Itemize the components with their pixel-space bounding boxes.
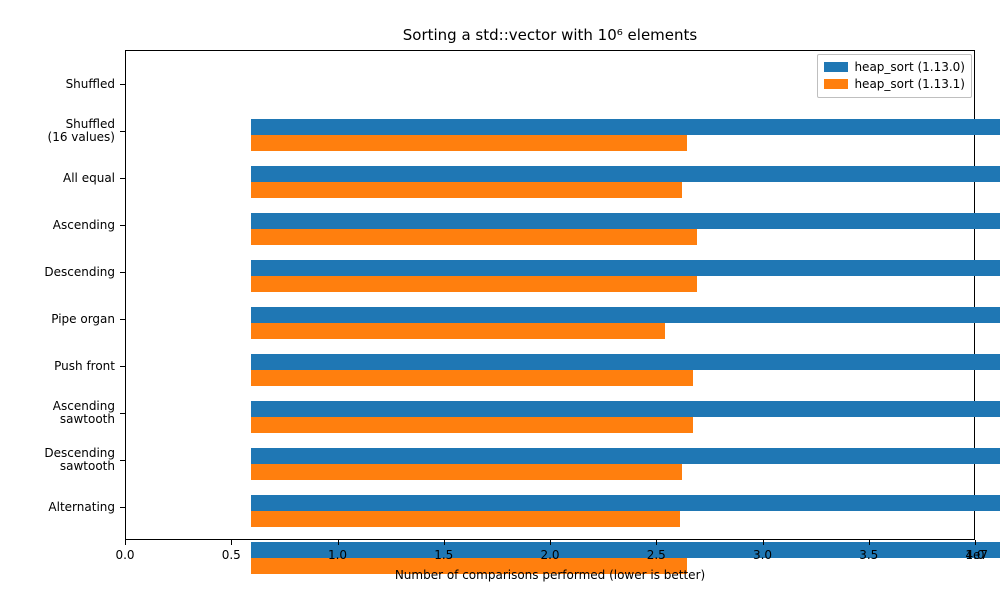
legend-row: heap_sort (1.13.1) — [824, 76, 965, 93]
y-tick-label: Shuffled — [5, 78, 115, 92]
legend-label: heap_sort (1.13.0) — [854, 59, 965, 76]
bar — [251, 307, 1000, 323]
y-tick-mark — [120, 131, 125, 132]
bar — [251, 323, 665, 339]
bar — [251, 464, 682, 480]
legend: heap_sort (1.13.0)heap_sort (1.13.1) — [817, 54, 972, 98]
y-tick-label: Pipe organ — [5, 313, 115, 327]
bar — [251, 119, 1000, 135]
bar — [251, 417, 693, 433]
y-tick-label: Descending sawtooth — [5, 447, 115, 475]
bar — [251, 260, 1000, 276]
y-tick-mark — [120, 272, 125, 273]
y-tick-label: All equal — [5, 172, 115, 186]
bar — [251, 166, 1000, 182]
y-tick-mark — [120, 319, 125, 320]
bar — [251, 354, 1000, 370]
x-axis-label: Number of comparisons performed (lower i… — [125, 568, 975, 582]
x-tick-label: 3.0 — [753, 548, 772, 562]
bar — [251, 370, 693, 386]
plot-area — [125, 50, 975, 540]
y-tick-label: Descending — [5, 266, 115, 280]
y-tick-label: Push front — [5, 360, 115, 374]
bar — [251, 135, 687, 151]
x-tick-mark — [444, 540, 445, 545]
x-tick-label: 3.5 — [859, 548, 878, 562]
y-tick-mark — [120, 225, 125, 226]
y-tick-mark — [120, 507, 125, 508]
bar — [251, 511, 680, 527]
y-tick-mark — [120, 460, 125, 461]
bar — [251, 182, 682, 198]
x-tick-mark — [869, 540, 870, 545]
bar — [251, 401, 1000, 417]
legend-row: heap_sort (1.13.0) — [824, 59, 965, 76]
bar — [251, 276, 697, 292]
y-tick-mark — [120, 178, 125, 179]
x-tick-label: 1.0 — [328, 548, 347, 562]
y-tick-label: Ascending — [5, 219, 115, 233]
legend-swatch — [824, 79, 848, 89]
x-tick-mark — [231, 540, 232, 545]
x-tick-label: 1.5 — [434, 548, 453, 562]
bar — [251, 542, 1000, 558]
x-tick-label: 2.0 — [540, 548, 559, 562]
x-tick-mark — [550, 540, 551, 545]
x-tick-label: 2.5 — [647, 548, 666, 562]
x-tick-mark — [763, 540, 764, 545]
x-tick-mark — [975, 540, 976, 545]
legend-swatch — [824, 62, 848, 72]
y-tick-label: Ascending sawtooth — [5, 400, 115, 428]
x-tick-label: 0.5 — [222, 548, 241, 562]
y-tick-label: Shuffled (16 values) — [5, 118, 115, 146]
y-tick-label: Alternating — [5, 501, 115, 515]
bar — [251, 495, 1000, 511]
legend-label: heap_sort (1.13.1) — [854, 76, 965, 93]
x-tick-mark — [125, 540, 126, 545]
x-tick-mark — [338, 540, 339, 545]
y-tick-mark — [120, 413, 125, 414]
y-tick-mark — [120, 366, 125, 367]
chart-title: Sorting a std::vector with 10⁶ elements — [125, 26, 975, 44]
x-axis-offset: 1e7 — [965, 548, 988, 562]
y-tick-mark — [120, 84, 125, 85]
chart-figure: Sorting a std::vector with 10⁶ elements … — [0, 0, 1000, 600]
x-tick-label: 0.0 — [115, 548, 134, 562]
bar — [251, 229, 697, 245]
bar — [251, 448, 1000, 464]
bar — [251, 213, 1000, 229]
x-tick-mark — [656, 540, 657, 545]
